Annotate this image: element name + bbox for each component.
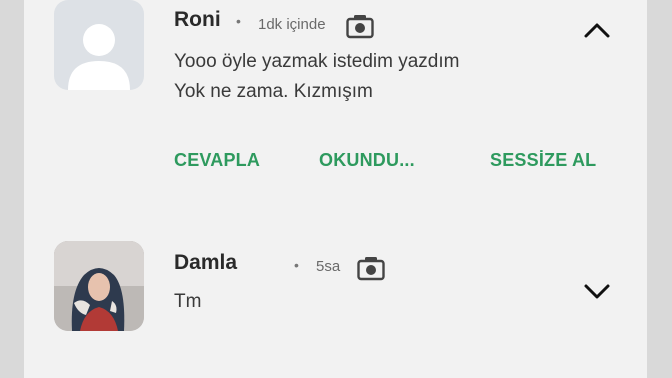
message-text: Yooo öyle yazmak istedim yazdım xyxy=(174,51,460,72)
timestamp: 5sa xyxy=(316,258,341,275)
person-icon xyxy=(68,24,130,90)
message-text: Tm xyxy=(174,291,202,312)
default-avatar xyxy=(54,0,144,90)
chevron-up-icon[interactable] xyxy=(582,20,612,40)
separator-dot: • xyxy=(294,257,299,273)
chevron-down-icon[interactable] xyxy=(582,282,612,302)
message-text: Yok ne zama. Kızmışım xyxy=(174,81,373,102)
profile-photo-image xyxy=(54,241,144,331)
reply-button[interactable]: CEVAPLA xyxy=(174,150,260,171)
separator-dot: • xyxy=(236,13,241,29)
notification-damla[interactable]: Damla • 5sa Tm xyxy=(24,228,647,378)
sender-name: Damla xyxy=(174,251,238,274)
notification-roni[interactable]: Roni • 1dk içinde Yooo öyle yazmak isted… xyxy=(24,0,647,215)
camera-icon xyxy=(357,257,385,281)
camera-icon xyxy=(346,15,374,39)
sender-name: Roni xyxy=(174,8,221,31)
mute-button[interactable]: SESSİZE AL xyxy=(490,150,596,171)
notification-panel: Roni • 1dk içinde Yooo öyle yazmak isted… xyxy=(24,0,647,378)
timestamp: 1dk içinde xyxy=(258,16,326,33)
profile-photo xyxy=(54,241,144,331)
mark-read-button[interactable]: OKUNDU... xyxy=(319,150,415,171)
